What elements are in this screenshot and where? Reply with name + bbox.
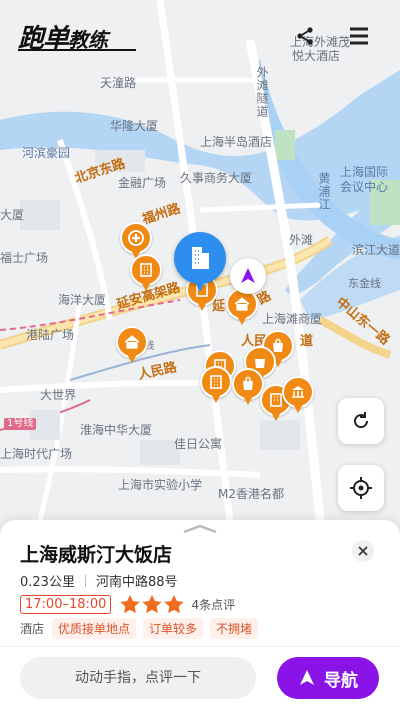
poi-distance: 0.23公里 — [20, 575, 75, 590]
poi-name: 上海威斯汀大饭店 — [20, 544, 173, 566]
poi-meta: 0.23公里 河南中路88号 — [20, 571, 178, 590]
poi-tag: 不拥堵 — [210, 618, 259, 639]
map-label: 河滨豪园 — [22, 146, 71, 160]
star-icon — [120, 594, 140, 614]
close-button[interactable] — [352, 540, 374, 562]
comment-input[interactable] — [20, 657, 256, 699]
map-label: 上海滩商厦 — [262, 312, 323, 326]
map-label: 黄浦江 — [317, 172, 331, 211]
star-rating — [119, 594, 185, 614]
star-icon — [142, 594, 162, 614]
bank-pin[interactable] — [282, 376, 314, 416]
map-label: 金融广场 — [118, 176, 167, 190]
locate-me-button[interactable] — [338, 465, 384, 511]
close-icon — [358, 546, 368, 556]
map-label: 久事商务大厦 — [180, 171, 253, 185]
share-icon — [297, 27, 313, 45]
home-pin[interactable] — [226, 288, 258, 328]
map-label: 上海市实验小学 — [118, 478, 203, 492]
map-label: 佳日公寓 — [174, 437, 223, 451]
metro-badge: 1号线 — [4, 418, 37, 430]
poi-tag: 订单较多 — [143, 618, 204, 639]
poi-tags-row: 酒店 优质接单地点 订单较多 不拥堵 — [20, 618, 265, 639]
crosshair-icon — [350, 477, 372, 499]
map-label: 上海国际会议中心 — [340, 165, 389, 194]
review-count[interactable]: 4条点评 — [191, 596, 235, 613]
map-label: 天潼路 — [100, 76, 137, 90]
selected-location-pin[interactable] — [172, 232, 228, 296]
map-label: 外滩隧道 — [255, 66, 269, 118]
poi-address: 河南中路88号 — [95, 575, 178, 590]
map-label: 大厦 — [0, 208, 25, 222]
building-pin[interactable] — [130, 254, 162, 294]
navigate-button[interactable]: 导航 — [277, 657, 379, 699]
share-button[interactable] — [293, 24, 317, 48]
map-label: 淮海中华大厦 — [80, 423, 153, 437]
map-label: 滨江大道 — [352, 243, 400, 257]
map-label: 外滩 — [289, 233, 314, 247]
poi-category: 酒店 — [20, 622, 45, 636]
map-label: M2香港名都 — [218, 487, 284, 501]
map-label: 大世界 — [40, 388, 77, 402]
navigate-label: 导航 — [324, 670, 358, 691]
star-icon — [164, 594, 184, 614]
navigation-arrow-icon — [300, 670, 314, 685]
poi-tag: 优质接单地点 — [52, 618, 137, 639]
map-label: 华隆大厦 — [110, 119, 159, 133]
logo-underline — [18, 49, 136, 51]
building-pin[interactable] — [200, 366, 232, 406]
divider — [84, 574, 86, 587]
menu-button[interactable] — [347, 24, 371, 48]
map-label: 道 — [300, 334, 314, 349]
poi-rating-row: 17:00–18:00 4条点评 — [20, 594, 235, 614]
map-label: 海洋大厦 — [58, 293, 107, 307]
refresh-icon — [354, 412, 369, 429]
current-location-arrow-icon — [230, 258, 266, 294]
map-label: 港陆广场 — [26, 328, 75, 342]
map-label: 福士广场 — [0, 251, 49, 265]
business-hours-badge: 17:00–18:00 — [20, 594, 112, 614]
menu-icon — [350, 27, 368, 45]
drag-handle-icon[interactable] — [182, 524, 218, 534]
refresh-button[interactable] — [338, 398, 384, 444]
card-divider — [0, 646, 400, 647]
map-label: 上海半岛酒店 — [200, 135, 273, 149]
app-header: 跑单教练 — [0, 0, 400, 70]
poi-detail-card: 上海威斯汀大饭店 0.23公里 河南中路88号 17:00–18:00 4条点评… — [0, 520, 400, 711]
building-icon — [174, 232, 226, 284]
map-label: 东金线 — [348, 277, 381, 290]
home-pin[interactable] — [116, 326, 148, 366]
map-label: 上海时代广场 — [0, 447, 73, 461]
